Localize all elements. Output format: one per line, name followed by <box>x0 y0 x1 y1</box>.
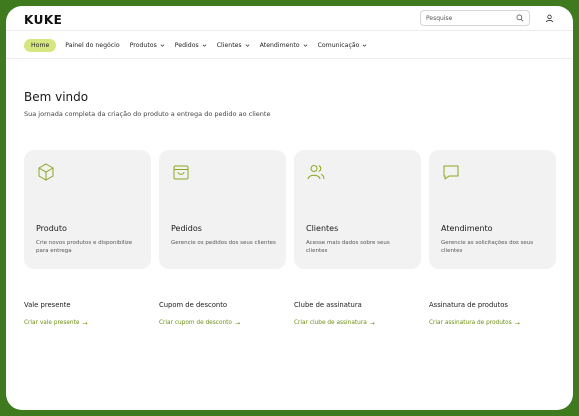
nav-item-clientes[interactable]: Clientes <box>217 42 250 49</box>
chevron-down-icon <box>362 43 367 48</box>
card-description: Acesse mais dados sobre seus clientes <box>306 240 390 254</box>
create-cupom-link[interactable]: Criar cupom de desconto → <box>159 320 240 327</box>
users-icon <box>306 162 326 182</box>
brand-logo[interactable]: KUKE <box>24 13 62 27</box>
main-nav: Home Painel do negócio Produtos Pedidos … <box>6 32 573 59</box>
card-description: Gerencie as solicitações dos seus client… <box>441 240 534 254</box>
link-assinatura: Assinatura de produtos Criar assinatura … <box>429 301 556 328</box>
nav-item-label: Home <box>31 41 50 49</box>
link-title: Assinatura de produtos <box>429 301 508 309</box>
card-pedidos[interactable]: Pedidos Gerencie os pedidos dos seus cli… <box>159 150 286 269</box>
nav-item-comunicacao[interactable]: Comunicação <box>318 42 368 49</box>
link-title: Clube de assinatura <box>294 301 362 309</box>
arrow-right-icon: → <box>82 319 88 327</box>
link-title: Cupom de desconto <box>159 301 228 309</box>
nav-item-label: Atendimento <box>259 41 300 49</box>
page-subtitle: Sua jornada completa da criação do produ… <box>24 110 271 118</box>
card-description: Crie novos produtos e disponibilize para… <box>36 240 133 254</box>
bag-icon <box>171 162 191 182</box>
link-cta-label: Criar clube de assinatura <box>294 320 367 326</box>
link-cta-label: Criar cupom de desconto <box>159 320 232 326</box>
link-vale-presente: Vale presente Criar vale presente → <box>24 301 151 328</box>
chevron-down-icon <box>245 43 250 48</box>
arrow-right-icon: → <box>234 319 241 327</box>
chevron-down-icon <box>160 43 165 48</box>
box-icon <box>36 162 56 182</box>
top-bar: KUKE <box>6 6 573 31</box>
chat-icon <box>441 162 461 182</box>
quick-links: Vale presente Criar vale presente → Cupo… <box>24 301 556 328</box>
card-title: Pedidos <box>171 224 202 233</box>
link-cta-label: Criar vale presente <box>24 320 80 326</box>
page-title: Bem vindo <box>24 90 89 104</box>
nav-item-label: Comunicação <box>317 41 360 49</box>
card-atendimento[interactable]: Atendimento Gerencie as solicitações dos… <box>429 150 556 269</box>
nav-item-label: Clientes <box>216 41 242 49</box>
search-icon[interactable] <box>516 14 524 22</box>
nav-item-pedidos[interactable]: Pedidos <box>175 42 207 49</box>
nav-item-label: Produtos <box>129 41 157 49</box>
link-clube: Clube de assinatura Criar clube de assin… <box>294 301 421 328</box>
search-box[interactable] <box>420 10 530 26</box>
link-cta-label: Criar assinatura de produtos <box>429 320 512 326</box>
arrow-right-icon: → <box>369 319 375 327</box>
chevron-down-icon <box>303 43 308 48</box>
card-description: Gerencie os pedidos dos seus clientes <box>171 240 276 246</box>
arrow-right-icon: → <box>514 319 520 327</box>
nav-item-produtos[interactable]: Produtos <box>130 42 165 49</box>
card-clientes[interactable]: Clientes Acesse mais dados sobre seus cl… <box>294 150 421 269</box>
chevron-down-icon <box>202 43 207 48</box>
card-title: Clientes <box>306 224 339 233</box>
create-assinatura-link[interactable]: Criar assinatura de produtos → <box>429 320 520 327</box>
nav-item-atendimento[interactable]: Atendimento <box>260 42 308 49</box>
nav-item-label: Painel do negócio <box>65 41 120 49</box>
feature-cards: Produto Crie novos produtos e disponibil… <box>24 150 556 269</box>
app-window: KUKE Home Painel do negócio Produtos Ped… <box>6 6 573 410</box>
create-clube-link[interactable]: Criar clube de assinatura → <box>294 320 375 327</box>
user-icon[interactable] <box>544 13 554 23</box>
create-vale-presente-link[interactable]: Criar vale presente → <box>24 320 87 327</box>
nav-item-home[interactable]: Home <box>24 38 57 52</box>
card-title: Produto <box>36 224 67 233</box>
card-title: Atendimento <box>441 224 493 233</box>
card-produto[interactable]: Produto Crie novos produtos e disponibil… <box>24 150 151 269</box>
nav-item-label: Pedidos <box>174 41 199 49</box>
search-input[interactable] <box>426 14 506 22</box>
link-title: Vale presente <box>24 301 71 309</box>
nav-item-painel[interactable]: Painel do negócio <box>65 42 119 49</box>
link-cupom: Cupom de desconto Criar cupom de descont… <box>159 301 286 328</box>
